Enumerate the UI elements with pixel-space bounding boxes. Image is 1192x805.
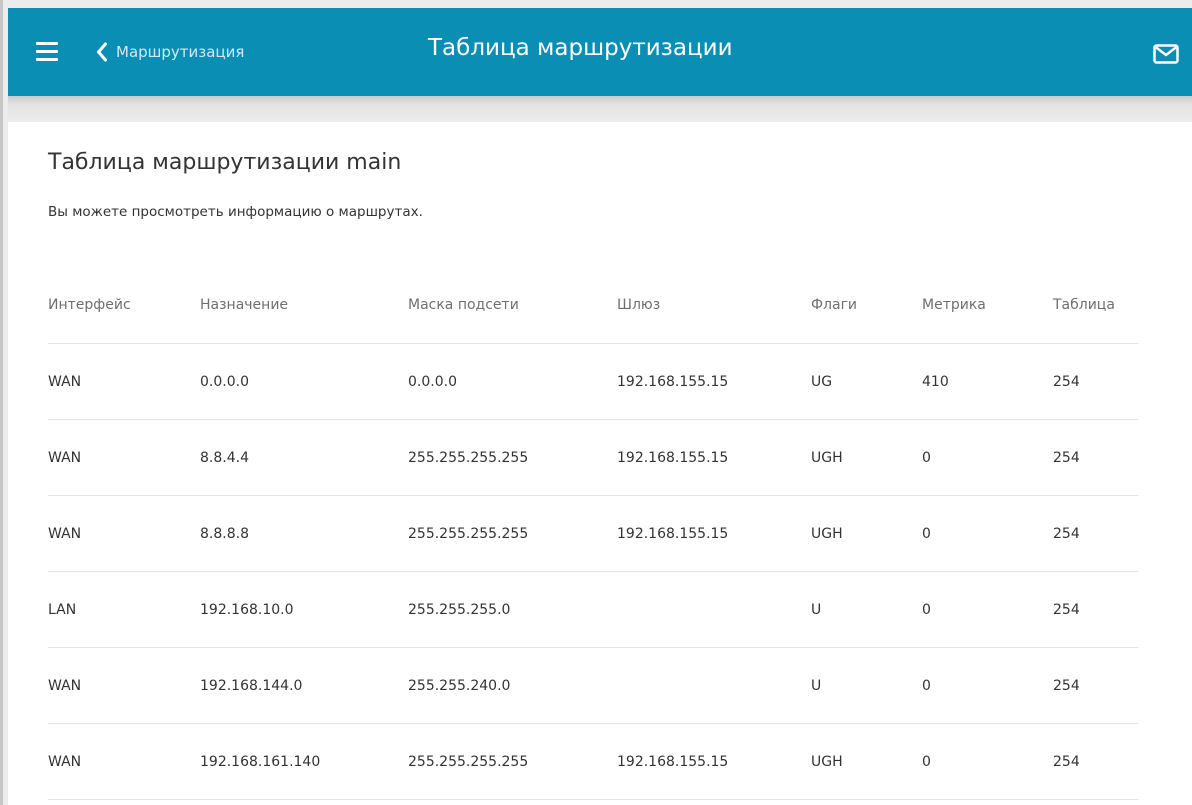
cell-netmask: 0.0.0.0: [408, 343, 617, 420]
cell-flags: U: [811, 571, 922, 648]
cell-interface: WAN: [48, 723, 200, 800]
cell-interface: WAN: [48, 647, 200, 724]
cell-gateway: [617, 571, 811, 648]
content-card: Таблица маршрутизации main Вы можете про…: [8, 122, 1192, 805]
cell-metric: 0: [922, 647, 1053, 724]
table-header-row: Интерфейс Назначение Маска подсети Шлюз …: [48, 267, 1138, 344]
cell-destination: 0.0.0.0: [200, 343, 408, 420]
table-row[interactable]: LAN 192.168.10.0 255.255.255.0 U 0 254: [48, 571, 1138, 648]
cell-table: 254: [1053, 723, 1138, 800]
cell-gateway: 192.168.155.15: [617, 495, 811, 572]
cell-gateway: 192.168.155.15: [617, 419, 811, 496]
back-link[interactable]: Маршрутизация: [96, 38, 244, 66]
cell-destination: 8.8.8.8: [200, 495, 408, 572]
cell-table: 254: [1053, 419, 1138, 496]
cell-destination: 192.168.161.140: [200, 723, 408, 800]
chevron-left-icon: [97, 42, 107, 62]
cell-interface: WAN: [48, 343, 200, 420]
column-header-table: Таблица: [1053, 267, 1138, 344]
header-shadow: [8, 96, 1192, 122]
cell-gateway: 192.168.155.15: [617, 343, 811, 420]
cell-metric: 0: [922, 419, 1053, 496]
column-header-flags: Флаги: [811, 267, 922, 344]
cell-destination: 8.8.4.4: [200, 419, 408, 496]
cell-gateway: 192.168.155.15: [617, 723, 811, 800]
cell-destination: 192.168.10.0: [200, 571, 408, 648]
column-header-netmask: Маска подсети: [408, 267, 617, 344]
cell-table: 254: [1053, 647, 1138, 724]
cell-table: 254: [1053, 343, 1138, 420]
cell-flags: UGH: [811, 419, 922, 496]
cell-flags: U: [811, 647, 922, 724]
cell-netmask: 255.255.255.255: [408, 419, 617, 496]
page-title: Таблица маршрутизации: [428, 35, 733, 61]
column-header-gateway: Шлюз: [617, 267, 811, 344]
column-header-destination: Назначение: [200, 267, 408, 344]
column-header-interface: Интерфейс: [48, 267, 200, 344]
table-row[interactable]: WAN 192.168.144.0 255.255.240.0 U 0 254: [48, 647, 1138, 724]
cell-gateway: [617, 647, 811, 724]
cell-metric: 410: [922, 343, 1053, 420]
cell-netmask: 255.255.255.255: [408, 723, 617, 800]
table-row[interactable]: WAN 192.168.161.140 255.255.255.255 192.…: [48, 723, 1138, 800]
cell-netmask: 255.255.240.0: [408, 647, 617, 724]
mail-icon[interactable]: [1153, 44, 1179, 68]
cell-metric: 0: [922, 495, 1053, 572]
table-row[interactable]: WAN 8.8.8.8 255.255.255.255 192.168.155.…: [48, 495, 1138, 572]
cell-destination: 192.168.144.0: [200, 647, 408, 724]
cell-netmask: 255.255.255.255: [408, 495, 617, 572]
cell-metric: 0: [922, 723, 1053, 800]
table-row[interactable]: WAN 0.0.0.0 0.0.0.0 192.168.155.15 UG 41…: [48, 343, 1138, 420]
table-row[interactable]: WAN 8.8.4.4 255.255.255.255 192.168.155.…: [48, 419, 1138, 496]
cell-interface: LAN: [48, 571, 200, 648]
cell-flags: UG: [811, 343, 922, 420]
hamburger-menu-icon[interactable]: [36, 42, 58, 62]
app-frame: Маршрутизация Таблица маршрутизации Табл…: [0, 0, 1192, 805]
cell-metric: 0: [922, 571, 1053, 648]
cell-flags: UGH: [811, 723, 922, 800]
cell-flags: UGH: [811, 495, 922, 572]
window-border: [0, 0, 3, 805]
routing-table: Интерфейс Назначение Маска подсети Шлюз …: [48, 267, 1138, 800]
column-header-metric: Метрика: [922, 267, 1053, 344]
cell-table: 254: [1053, 495, 1138, 572]
cell-interface: WAN: [48, 495, 200, 572]
section-title: Таблица маршрутизации main: [48, 150, 402, 175]
cell-interface: WAN: [48, 419, 200, 496]
top-bar: Маршрутизация Таблица маршрутизации: [8, 8, 1192, 96]
section-description: Вы можете просмотреть информацию о маршр…: [48, 204, 423, 220]
back-link-label: Маршрутизация: [116, 43, 245, 61]
cell-table: 254: [1053, 571, 1138, 648]
cell-netmask: 255.255.255.0: [408, 571, 617, 648]
